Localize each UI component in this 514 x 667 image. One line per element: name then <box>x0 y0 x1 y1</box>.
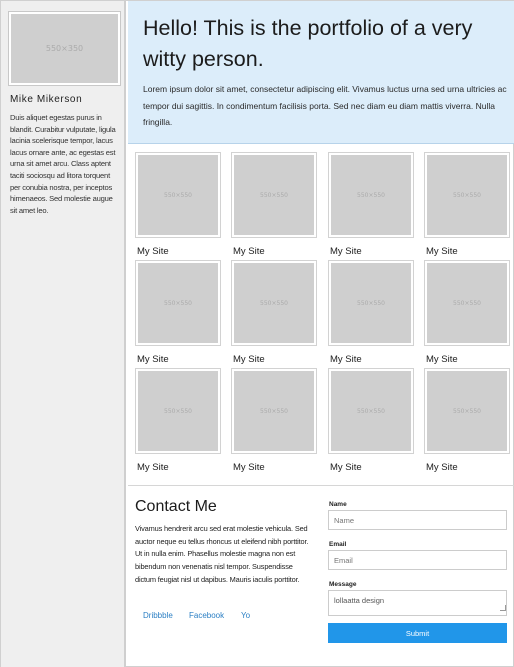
thumbnail-placeholder-text: 550×550 <box>357 299 385 307</box>
thumbnail-placeholder-text: 550×550 <box>260 407 288 415</box>
portfolio-item[interactable]: 550×550 My Site <box>135 152 221 257</box>
portfolio-thumbnail: 550×550 <box>424 152 510 238</box>
portfolio-item[interactable]: 550×550 My Site <box>424 152 510 257</box>
sidebar: 550×350 Mike Mikerson Duis aliquet egest… <box>1 1 126 667</box>
portfolio-item-label: My Site <box>137 246 169 257</box>
name-input[interactable] <box>328 510 507 530</box>
message-textarea[interactable]: lollaatta design <box>328 590 507 616</box>
portfolio-thumbnail: 550×550 <box>231 368 317 454</box>
portfolio-item[interactable]: 550×550 My Site <box>231 152 317 257</box>
thumbnail-placeholder-text: 550×550 <box>357 407 385 415</box>
thumbnail-placeholder-text: 550×550 <box>260 191 288 199</box>
portfolio-item-label: My Site <box>233 246 265 257</box>
portfolio-item-label: My Site <box>426 354 458 365</box>
portfolio-item-label: My Site <box>426 462 458 473</box>
contact-text: Vivamus hendrerit arcu sed erat molestie… <box>135 524 309 584</box>
yo-link[interactable]: Yo <box>241 611 250 620</box>
portfolio-thumbnail: 550×550 <box>135 152 221 238</box>
thumbnail-placeholder-text: 550×550 <box>260 299 288 307</box>
portfolio-item-label: My Site <box>330 462 362 473</box>
portfolio-item[interactable]: 550×550 My Site <box>328 152 414 257</box>
avatar: 550×350 <box>8 11 121 86</box>
page-frame: 550×350 Mike Mikerson Duis aliquet egest… <box>0 0 514 667</box>
portfolio-thumbnail: 550×550 <box>135 368 221 454</box>
portfolio-thumbnail: 550×550 <box>328 152 414 238</box>
submit-button[interactable]: Submit <box>328 623 507 643</box>
contact-title: Contact Me <box>135 498 217 515</box>
contact-section: Contact Me Vivamus hendrerit arcu sed er… <box>128 487 514 667</box>
portfolio-item-label: My Site <box>330 354 362 365</box>
textarea-resize-handle[interactable] <box>500 605 506 611</box>
portfolio-item[interactable]: 550×550 My Site <box>424 368 510 473</box>
portfolio-item-label: My Site <box>137 354 169 365</box>
portfolio-item[interactable]: 550×550 My Site <box>135 368 221 473</box>
portfolio-thumbnail: 550×550 <box>328 368 414 454</box>
portfolio-item-label: My Site <box>137 462 169 473</box>
email-label: Email <box>329 541 347 548</box>
avatar-placeholder-text: 550×350 <box>45 44 84 53</box>
portfolio-item-label: My Site <box>330 246 362 257</box>
message-label: Message <box>329 581 357 588</box>
profile-bio: Duis aliquet egestas purus in blandit. C… <box>10 113 116 215</box>
thumbnail-placeholder-text: 550×550 <box>164 299 192 307</box>
portfolio-item[interactable]: 550×550 My Site <box>328 368 414 473</box>
thumbnail-placeholder-text: 550×550 <box>357 191 385 199</box>
portfolio-item[interactable]: 550×550 My Site <box>328 260 414 365</box>
thumbnail-placeholder-text: 550×550 <box>164 407 192 415</box>
facebook-link[interactable]: Facebook <box>189 611 224 620</box>
portfolio-item[interactable]: 550×550 My Site <box>135 260 221 365</box>
dribbble-link[interactable]: Dribbble <box>143 611 173 620</box>
hero-title: Hello! This is the portfolio of a very w… <box>143 16 473 71</box>
profile-name: Mike Mikerson <box>10 94 83 105</box>
portfolio-item[interactable]: 550×550 My Site <box>424 260 510 365</box>
portfolio-item-label: My Site <box>233 462 265 473</box>
portfolio-thumbnail: 550×550 <box>135 260 221 346</box>
thumbnail-placeholder-text: 550×550 <box>453 299 481 307</box>
portfolio-thumbnail: 550×550 <box>328 260 414 346</box>
thumbnail-placeholder-text: 550×550 <box>453 191 481 199</box>
portfolio-item-label: My Site <box>233 354 265 365</box>
portfolio-thumbnail: 550×550 <box>424 260 510 346</box>
portfolio-grid: 550×550 My Site 550×550 My Site 550×550 … <box>128 145 514 486</box>
thumbnail-placeholder-text: 550×550 <box>164 191 192 199</box>
hero: Hello! This is the portfolio of a very w… <box>128 1 514 144</box>
hero-text: Lorem ipsum dolor sit amet, consectetur … <box>143 84 507 127</box>
portfolio-thumbnail: 550×550 <box>231 260 317 346</box>
portfolio-thumbnail: 550×550 <box>424 368 510 454</box>
thumbnail-placeholder-text: 550×550 <box>453 407 481 415</box>
portfolio-item[interactable]: 550×550 My Site <box>231 260 317 365</box>
portfolio-item[interactable]: 550×550 My Site <box>231 368 317 473</box>
portfolio-thumbnail: 550×550 <box>231 152 317 238</box>
portfolio-item-label: My Site <box>426 246 458 257</box>
name-label: Name <box>329 501 347 508</box>
email-input[interactable] <box>328 550 507 570</box>
